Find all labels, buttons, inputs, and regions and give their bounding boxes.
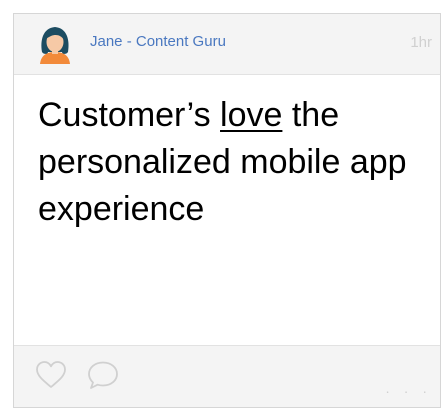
post-timestamp: 1hr [410,34,432,51]
post-header: Jane - Content Guru 1hr [14,14,440,75]
author-name-link[interactable]: Jane - Content Guru [90,33,226,50]
post-message: Customer’s love the personalized mobile … [38,92,433,233]
post-text-before: Customer’s [38,96,221,134]
post-footer: · · · [14,345,440,407]
more-options-button[interactable]: · · · [385,383,432,399]
comment-icon[interactable] [86,359,120,391]
post-text-emphasis: love [220,96,283,134]
avatar[interactable] [34,22,76,64]
post-card: Jane - Content Guru 1hr Customer’s love … [13,13,441,408]
heart-icon[interactable] [34,359,68,391]
